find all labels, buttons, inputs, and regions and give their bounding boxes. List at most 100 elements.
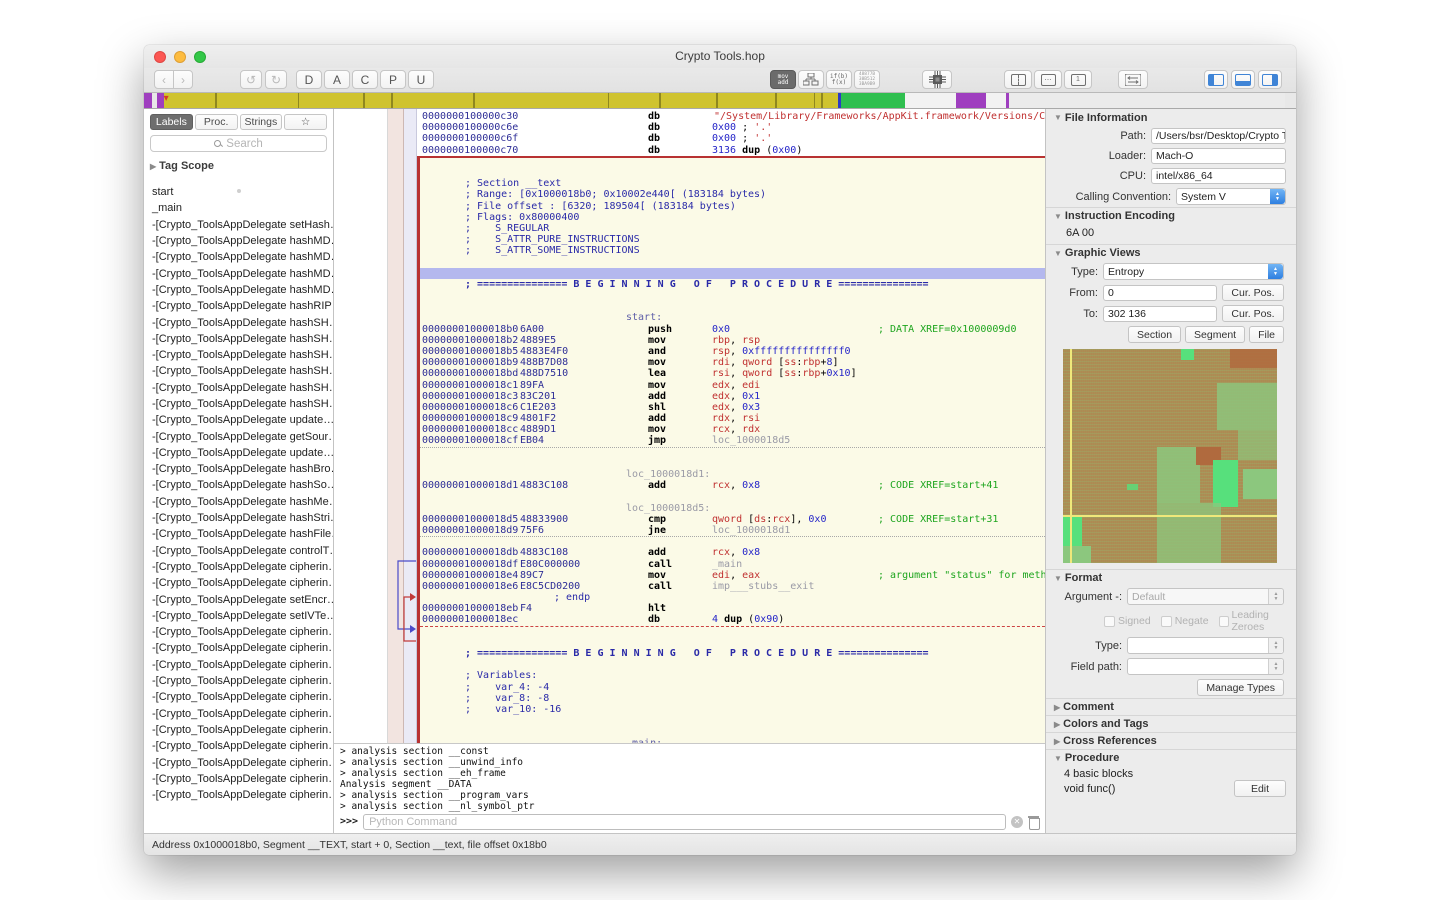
loader-field[interactable]: Mach-O (1151, 148, 1286, 164)
section-instruction-encoding[interactable]: ▼Instruction Encoding (1046, 207, 1296, 224)
asm-line[interactable] (420, 447, 1045, 458)
sidebar-label-item[interactable]: -[Crypto_ToolsAppDelegate cipherin… (144, 706, 333, 722)
sidebar-label-item[interactable]: -[Crypto_ToolsAppDelegate hashMD… (144, 265, 333, 281)
asm-line[interactable]: 00000001000018cfEB04jmploc_1000018d5 (420, 435, 1045, 446)
asm-line[interactable]: 0000000100000c70db3136 dup (0x00) (420, 145, 1045, 156)
assembly-view[interactable]: 0000000100000c30db"/System/Library/Frame… (334, 109, 1045, 743)
asm-line[interactable] (420, 156, 1045, 167)
asm-line[interactable] (420, 256, 1045, 267)
nav-segment[interactable] (299, 93, 362, 108)
section-file-information[interactable]: ▼File Information (1046, 109, 1296, 126)
sidebar-label-item[interactable]: -[Crypto_ToolsAppDelegate hashFile… (144, 526, 333, 542)
sidebar-label-item[interactable]: -[Crypto_ToolsAppDelegate hashSo… (144, 477, 333, 493)
nav-segment[interactable] (164, 93, 216, 108)
asm-line[interactable]: 00000001000018dfE80C000000call_main (420, 559, 1045, 570)
search-input[interactable]: Search (150, 135, 327, 152)
back-button[interactable]: ‹ (154, 70, 174, 89)
sidebar-label-item[interactable]: -[Crypto_ToolsAppDelegate update… (144, 445, 333, 461)
signed-checkbox[interactable]: Signed (1104, 615, 1151, 627)
to-cur-pos-button[interactable]: Cur. Pos. (1222, 305, 1284, 322)
forward-button[interactable]: › (173, 70, 193, 89)
section-cross-references[interactable]: ▶Cross References (1046, 732, 1296, 749)
data-button[interactable]: D (296, 70, 322, 89)
sidebar-label-item[interactable]: -[Crypto_ToolsAppDelegate hashSH… (144, 314, 333, 330)
sidebar-label-item[interactable]: -[Crypto_ToolsAppDelegate hashSH… (144, 380, 333, 396)
asm-line[interactable]: 0000000100000c30db"/System/Library/Frame… (420, 111, 1045, 122)
section-colors-and-tags[interactable]: ▶Colors and Tags (1046, 715, 1296, 732)
asm-line[interactable]: ; File offset : [6320; 189504[ (183184 b… (420, 201, 1045, 212)
asm-line[interactable]: 00000001000018ecdb4 dup (0x90) (420, 614, 1045, 625)
asm-line[interactable] (420, 536, 1045, 547)
sidebar-label-item[interactable]: -[Crypto_ToolsAppDelegate cipherin… (144, 738, 333, 754)
asm-line[interactable]: ; endp (420, 592, 1045, 603)
entropy-view[interactable] (1063, 349, 1277, 563)
sidebar-label-item[interactable]: -[Crypto_ToolsAppDelegate hashMD… (144, 282, 333, 298)
asm-line[interactable]: loc_1000018d5: (420, 503, 1045, 514)
sidebar-label-item[interactable]: -[Crypto_ToolsAppDelegate setEncr… (144, 591, 333, 607)
asm-line[interactable]: 00000001000018d548833900cmpqword [ds:rcx… (420, 514, 1045, 525)
undo-button[interactable]: ↺ (240, 70, 262, 89)
from-input[interactable]: 0 (1103, 285, 1217, 301)
cfg-view-button[interactable] (798, 70, 824, 89)
sidebar-label-item[interactable]: -[Crypto_ToolsAppDelegate cipherin… (144, 689, 333, 705)
nav-segment[interactable] (986, 93, 1006, 108)
asm-line[interactable] (420, 268, 1045, 279)
section-format[interactable]: ▼Format (1046, 569, 1296, 586)
sidebar-label-item[interactable]: -[Crypto_ToolsAppDelegate cipherin… (144, 754, 333, 770)
asm-line[interactable]: 0000000100000c6fdb0x00 ; '.' (420, 133, 1045, 144)
asm-line[interactable]: ; S_REGULAR (420, 223, 1045, 234)
to-input[interactable]: 302 136 (1103, 306, 1217, 322)
nav-segment[interactable] (823, 93, 838, 108)
sidebar-label-item[interactable]: -[Crypto_ToolsAppDelegate cipherin… (144, 787, 333, 803)
asm-line[interactable]: 00000001000018db4883C108addrcx, 0x8 (420, 547, 1045, 558)
nav-segment[interactable] (718, 93, 776, 108)
assembly-view-button[interactable]: movadd (770, 70, 796, 89)
sidebar-label-item[interactable]: -[Crypto_ToolsAppDelegate cipherin… (144, 624, 333, 640)
nav-segment[interactable] (661, 93, 716, 108)
nav-segment[interactable] (365, 93, 391, 108)
manage-types-button[interactable]: Manage Types (1197, 679, 1284, 696)
single-column-button[interactable]: 1 (1064, 70, 1092, 89)
tab-strings[interactable]: Strings (240, 114, 283, 130)
path-field[interactable]: /Users/bsr/Desktop/Crypto Tools.a (1151, 128, 1286, 144)
python-command-input[interactable]: Python Command (363, 814, 1006, 830)
asm-line[interactable]: ; Variables: (420, 670, 1045, 681)
asm-line[interactable]: ; var_4: -4 (420, 682, 1045, 693)
segment-button[interactable]: Segment (1185, 326, 1245, 343)
asm-line[interactable]: ; var_8: -8 (420, 693, 1045, 704)
undefine-button[interactable]: U (408, 70, 434, 89)
title-bar[interactable]: Crypto Tools.hop (144, 45, 1296, 68)
asm-line[interactable]: 00000001000018b54883E4F0andrsp, 0xffffff… (420, 346, 1045, 357)
dotted-view-button[interactable]: ⋯ (1034, 70, 1062, 89)
asm-line[interactable] (420, 626, 1045, 637)
asm-line[interactable] (420, 715, 1045, 726)
cpu-field[interactable]: intel/x86_64 (1151, 168, 1286, 184)
toggle-bottom-panel-button[interactable] (1231, 70, 1255, 89)
display-options-button[interactable] (1118, 70, 1148, 89)
asm-line[interactable]: 00000001000018c189FAmovedx, edi (420, 380, 1045, 391)
nav-segment[interactable] (777, 93, 814, 108)
nav-segment[interactable] (841, 93, 904, 108)
sidebar-label-item[interactable]: -[Crypto_ToolsAppDelegate hashSH… (144, 363, 333, 379)
asm-line[interactable] (420, 726, 1045, 737)
asm-line[interactable]: 00000001000018b06A00push0x0; DATA XREF=0… (420, 324, 1045, 335)
format-type-select[interactable]: ▲▼ (1127, 637, 1284, 654)
asm-line[interactable]: 00000001000018d14883C108addrcx, 0x8; COD… (420, 480, 1045, 491)
asm-line[interactable]: ; var_10: -16 (420, 704, 1045, 715)
asm-line[interactable]: 00000001000018cc4889D1movrcx, rdx (420, 424, 1045, 435)
asm-line[interactable]: loc_1000018d1: (420, 469, 1045, 480)
sidebar-label-item[interactable]: -[Crypto_ToolsAppDelegate cipherin… (144, 722, 333, 738)
nav-segment[interactable] (217, 93, 298, 108)
sidebar-label-item[interactable]: -[Crypto_ToolsAppDelegate setIVTe… (144, 608, 333, 624)
nav-segment[interactable] (905, 93, 957, 108)
nav-segment[interactable] (609, 93, 659, 108)
sidebar-label-item[interactable]: -[Crypto_ToolsAppDelegate hashStri… (144, 510, 333, 526)
split-columns-button[interactable] (1004, 70, 1032, 89)
section-graphic-views[interactable]: ▼Graphic Views (1046, 244, 1296, 261)
tab-[interactable]: ☆ (284, 114, 327, 130)
trash-icon[interactable] (1028, 815, 1039, 828)
nav-segment[interactable] (1009, 93, 1285, 108)
sidebar-label-item[interactable]: -[Crypto_ToolsAppDelegate hashMe… (144, 494, 333, 510)
asm-line[interactable] (420, 301, 1045, 312)
sidebar-label-item[interactable]: -[Crypto_ToolsAppDelegate cipherin… (144, 771, 333, 787)
